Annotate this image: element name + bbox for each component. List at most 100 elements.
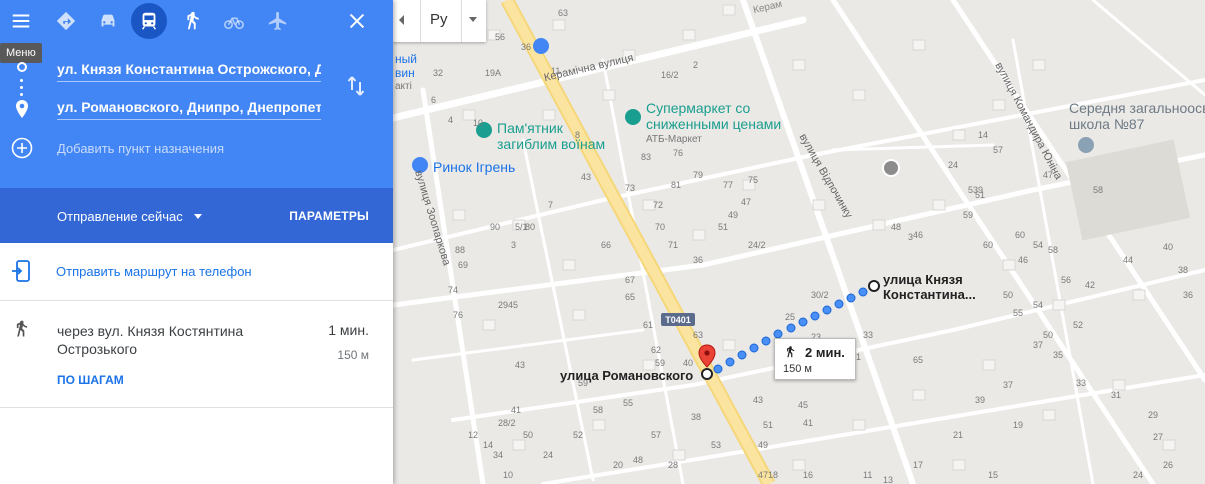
school-label[interactable]: Середня загальноосвітня школа №87 (1069, 100, 1205, 132)
shopping-icon[interactable] (533, 38, 549, 54)
route-dots-icon (20, 79, 23, 82)
house-number: 83 (641, 152, 652, 162)
divider (461, 0, 462, 42)
house-number: 30/2 (811, 290, 829, 300)
supermarket-icon[interactable] (625, 109, 641, 125)
house-number: 67 (625, 275, 636, 285)
house-number: 66 (601, 240, 612, 250)
step-by-step-link[interactable]: ПО ШАГАМ (57, 373, 124, 387)
house-number: 56 (495, 32, 506, 42)
route-duration: 1 мин. (328, 322, 369, 338)
house-number: 36 (521, 42, 532, 52)
add-destination-input[interactable]: Добавить пункт назначения (57, 141, 224, 156)
origin-input[interactable]: ул. Князя Константина Острожского, Д (57, 58, 321, 82)
house-number: 13 (883, 475, 894, 484)
house-number: 21 (953, 430, 964, 440)
language-switcher[interactable]: Ру (393, 0, 486, 42)
house-number: 7 (548, 200, 554, 210)
house-number: 37 (1003, 380, 1014, 390)
send-to-phone-link[interactable]: Отправить маршрут на телефон (56, 264, 252, 279)
swap-icon[interactable] (344, 74, 368, 98)
supermarket-label[interactable]: Супермаркет со сниженными ценами АТБ-Мар… (646, 100, 781, 148)
house-number: 36 (1183, 290, 1194, 300)
house-number: 16/2 (661, 70, 679, 80)
house-number: 54 (1033, 300, 1044, 310)
chevron-down-icon[interactable] (469, 17, 477, 22)
house-number: 25 (785, 312, 796, 322)
walk-icon (187, 11, 199, 30)
directions-panel: Меню ул. Князя Константина Острожского, … (0, 0, 393, 484)
mode-bicycle-button[interactable] (219, 6, 249, 36)
chevron-down-icon[interactable] (194, 214, 202, 219)
house-number: 46 (1018, 255, 1029, 265)
bike-icon (224, 17, 244, 30)
house-number: 32 (433, 68, 444, 78)
house-number: 76 (453, 310, 464, 320)
house-number: 48 (891, 222, 902, 232)
close-button[interactable] (342, 6, 372, 36)
map-canvas[interactable]: T0401 Супермаркет со сниженными ценами А… (393, 0, 1205, 484)
house-number: 52 (573, 430, 584, 440)
house-number: 24 (543, 450, 554, 460)
start-point-label-line1: улица Князя (883, 272, 963, 287)
partial-poi-label: ный вин акті (395, 52, 417, 94)
mode-flight-button[interactable] (263, 6, 293, 36)
house-number: 48 (633, 455, 644, 465)
language-value[interactable]: Ру (430, 11, 448, 28)
house-number: 43 (581, 172, 592, 182)
house-number: 58 (1048, 245, 1059, 255)
house-number: 58 (1093, 185, 1104, 195)
collapse-sidebar-icon[interactable] (399, 15, 404, 25)
road-shield-label: T0401 (665, 315, 691, 325)
mode-driving-button[interactable] (93, 6, 123, 36)
house-number: 58 (593, 405, 604, 415)
destination-input[interactable]: ул. Романовского, Днипро, Днепропетровск… (57, 96, 321, 120)
house-number: 90 (490, 222, 501, 232)
send-to-phone-icon (12, 260, 30, 282)
house-number: 59 (578, 378, 589, 388)
house-number: 29 (498, 300, 509, 310)
house-number: 80 (525, 222, 536, 232)
house-number: 47 (741, 197, 752, 207)
send-to-phone-row[interactable]: Отправить маршрут на телефон (0, 243, 393, 301)
monument-label-line2: загиблим воїнам (497, 136, 606, 152)
house-number: 24 (948, 160, 959, 170)
house-number: 24 (1133, 470, 1144, 480)
house-number: 74 (448, 285, 459, 295)
house-number: 28/2 (498, 418, 516, 428)
menu-button[interactable] (6, 6, 36, 36)
mode-transit-button[interactable] (131, 3, 167, 39)
house-number: 45 (508, 300, 519, 310)
depart-now-dropdown[interactable]: Отправление сейчас (57, 209, 183, 224)
house-number: 39 (975, 395, 986, 405)
house-number: 41 (803, 418, 814, 428)
house-number: 50 (523, 430, 534, 440)
school-label-line2: школа №87 (1069, 116, 1145, 132)
house-number: 35 (1053, 350, 1064, 360)
school-icon[interactable] (1078, 137, 1094, 153)
route-option[interactable]: через вул. Князя Костянтина Острозького … (0, 301, 393, 408)
market-label[interactable]: Ринок Ігрень (433, 159, 515, 175)
monument-label[interactable]: Пам'ятник загиблим воїнам (497, 120, 605, 152)
house-number: 53 (711, 440, 722, 450)
house-number: 51 (763, 420, 774, 430)
directions-icon (56, 11, 76, 31)
house-number: 65 (913, 355, 924, 365)
menu-tooltip: Меню (0, 43, 42, 63)
place-icon[interactable] (882, 159, 900, 177)
mode-walking-button[interactable] (177, 6, 207, 36)
add-destination-icon[interactable] (11, 137, 33, 159)
walk-icon (16, 320, 28, 337)
mode-best-button[interactable] (51, 6, 81, 36)
house-number: 11 (863, 470, 873, 480)
callout-distance: 150 м (783, 363, 812, 375)
house-number: 41 (511, 405, 522, 415)
options-button[interactable]: ПАРАМЕТРЫ (289, 209, 369, 223)
house-number: 12 (468, 430, 479, 440)
house-number: 11 (551, 66, 561, 76)
route-callout[interactable]: 2 мин. 150 м (774, 338, 856, 380)
house-number: 15 (988, 470, 999, 480)
route-via-text: через вул. Князя Костянтина Острозького (57, 323, 244, 357)
house-number: 75 (748, 175, 759, 185)
house-number: 55 (1013, 308, 1024, 318)
